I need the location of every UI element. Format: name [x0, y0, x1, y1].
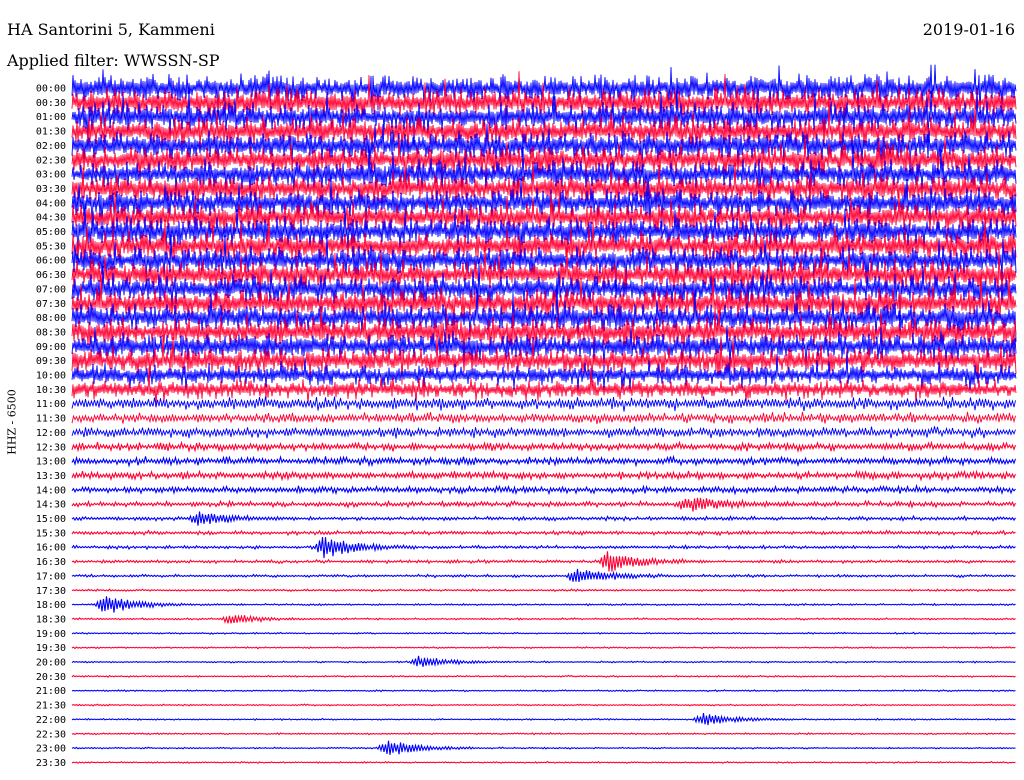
tick-label-2330: 23:30: [36, 758, 66, 769]
trace-1630: [71, 551, 1016, 572]
trace-1730: [71, 588, 1016, 593]
tick-label-1330: 13:30: [36, 471, 66, 482]
tick-label-2130: 21:30: [36, 701, 66, 712]
tick-label-1830: 18:30: [36, 614, 66, 625]
tick-label-2200: 22:00: [36, 715, 66, 726]
trace-2130: [71, 703, 1016, 707]
trace-2330: [71, 760, 1016, 765]
tick-label-0000: 00:00: [36, 84, 66, 95]
tick-label-0230: 02:30: [36, 155, 66, 166]
tick-label-1030: 10:30: [36, 385, 66, 396]
tick-label-1000: 10:00: [36, 371, 66, 382]
trace-1600: [71, 537, 1016, 559]
trace-1900: [71, 631, 1016, 635]
trace-1800: [71, 596, 1016, 613]
tick-label-0030: 00:30: [36, 98, 66, 109]
tick-label-2030: 20:30: [36, 672, 66, 683]
tick-label-1300: 13:00: [36, 457, 66, 468]
tick-label-0830: 08:30: [36, 327, 66, 338]
trace-1700: [71, 568, 1016, 582]
tick-label-1730: 17:30: [36, 586, 66, 597]
station-title: HA Santorini 5, Kammeni: [7, 20, 215, 39]
tick-label-1900: 19:00: [36, 629, 66, 640]
trace-1230: [71, 440, 1017, 454]
tick-label-1230: 12:30: [36, 442, 66, 453]
tick-label-1530: 15:30: [36, 528, 66, 539]
tick-label-0630: 06:30: [36, 270, 66, 281]
trace-1530: [71, 529, 1016, 537]
tick-label-0400: 04:00: [36, 198, 66, 209]
tick-label-0700: 07:00: [36, 284, 66, 295]
tick-label-1400: 14:00: [36, 485, 66, 496]
tick-label-1200: 12:00: [36, 428, 66, 439]
tick-label-0430: 04:30: [36, 213, 66, 224]
record-date: 2019-01-16: [922, 20, 1015, 39]
tick-label-0930: 09:30: [36, 356, 66, 367]
trace-1400: [71, 483, 1016, 496]
trace-1100: [71, 396, 1016, 412]
tick-label-0900: 09:00: [36, 342, 66, 353]
trace-2300: [71, 740, 1016, 755]
tick-label-0100: 01:00: [36, 112, 66, 123]
tick-label-1800: 18:00: [36, 600, 66, 611]
tick-label-2000: 20:00: [36, 658, 66, 669]
time-tick-labels: 00:00 00:30 01:00 01:30 02:00 02:30 03:00 03:30…: [36, 84, 66, 769]
tick-label-1700: 17:00: [36, 571, 66, 582]
tick-label-0800: 08:00: [36, 313, 66, 324]
channel-ylabel: HHZ - 6500: [5, 389, 19, 455]
tick-label-2100: 21:00: [36, 686, 66, 697]
trace-1130: [71, 411, 1016, 425]
filter-subtitle: Applied filter: WWSSN-SP: [7, 51, 220, 70]
tick-label-1100: 11:00: [36, 399, 66, 410]
tick-label-1930: 19:30: [36, 643, 66, 654]
tick-label-2230: 22:30: [36, 729, 66, 740]
tick-label-1600: 16:00: [36, 543, 66, 554]
helicorder-plot: 00:00 00:30 01:00 01:30 02:00 02:30 03:00 03:30…: [36, 64, 1017, 769]
tick-label-0600: 06:00: [36, 256, 66, 267]
tick-label-0130: 01:30: [36, 127, 66, 138]
tick-label-0530: 05:30: [36, 241, 66, 252]
trace-1430: [71, 497, 1016, 512]
trace-1930: [71, 646, 1016, 650]
trace-1200: [71, 426, 1016, 439]
tick-label-0330: 03:30: [36, 184, 66, 195]
trace-2200: [71, 713, 1016, 726]
trace-2230: [71, 732, 1016, 736]
trace-1300: [71, 454, 1017, 468]
tick-label-0730: 07:30: [36, 299, 66, 310]
seismogram-traces: [71, 64, 1017, 765]
tick-label-0200: 02:00: [36, 141, 66, 152]
trace-2100: [71, 689, 1016, 693]
trace-2030: [71, 674, 1016, 679]
trace-1830: [71, 614, 1016, 624]
tick-label-1500: 15:00: [36, 514, 66, 525]
tick-label-2300: 23:00: [36, 744, 66, 755]
trace-1330: [71, 469, 1017, 482]
tick-label-1630: 16:30: [36, 557, 66, 568]
tick-label-0500: 05:00: [36, 227, 66, 238]
tick-label-1130: 11:30: [36, 414, 66, 425]
trace-2000: [71, 655, 1016, 667]
tick-label-0300: 03:00: [36, 170, 66, 181]
trace-1500: [71, 511, 1016, 526]
tick-label-1430: 14:30: [36, 500, 66, 511]
